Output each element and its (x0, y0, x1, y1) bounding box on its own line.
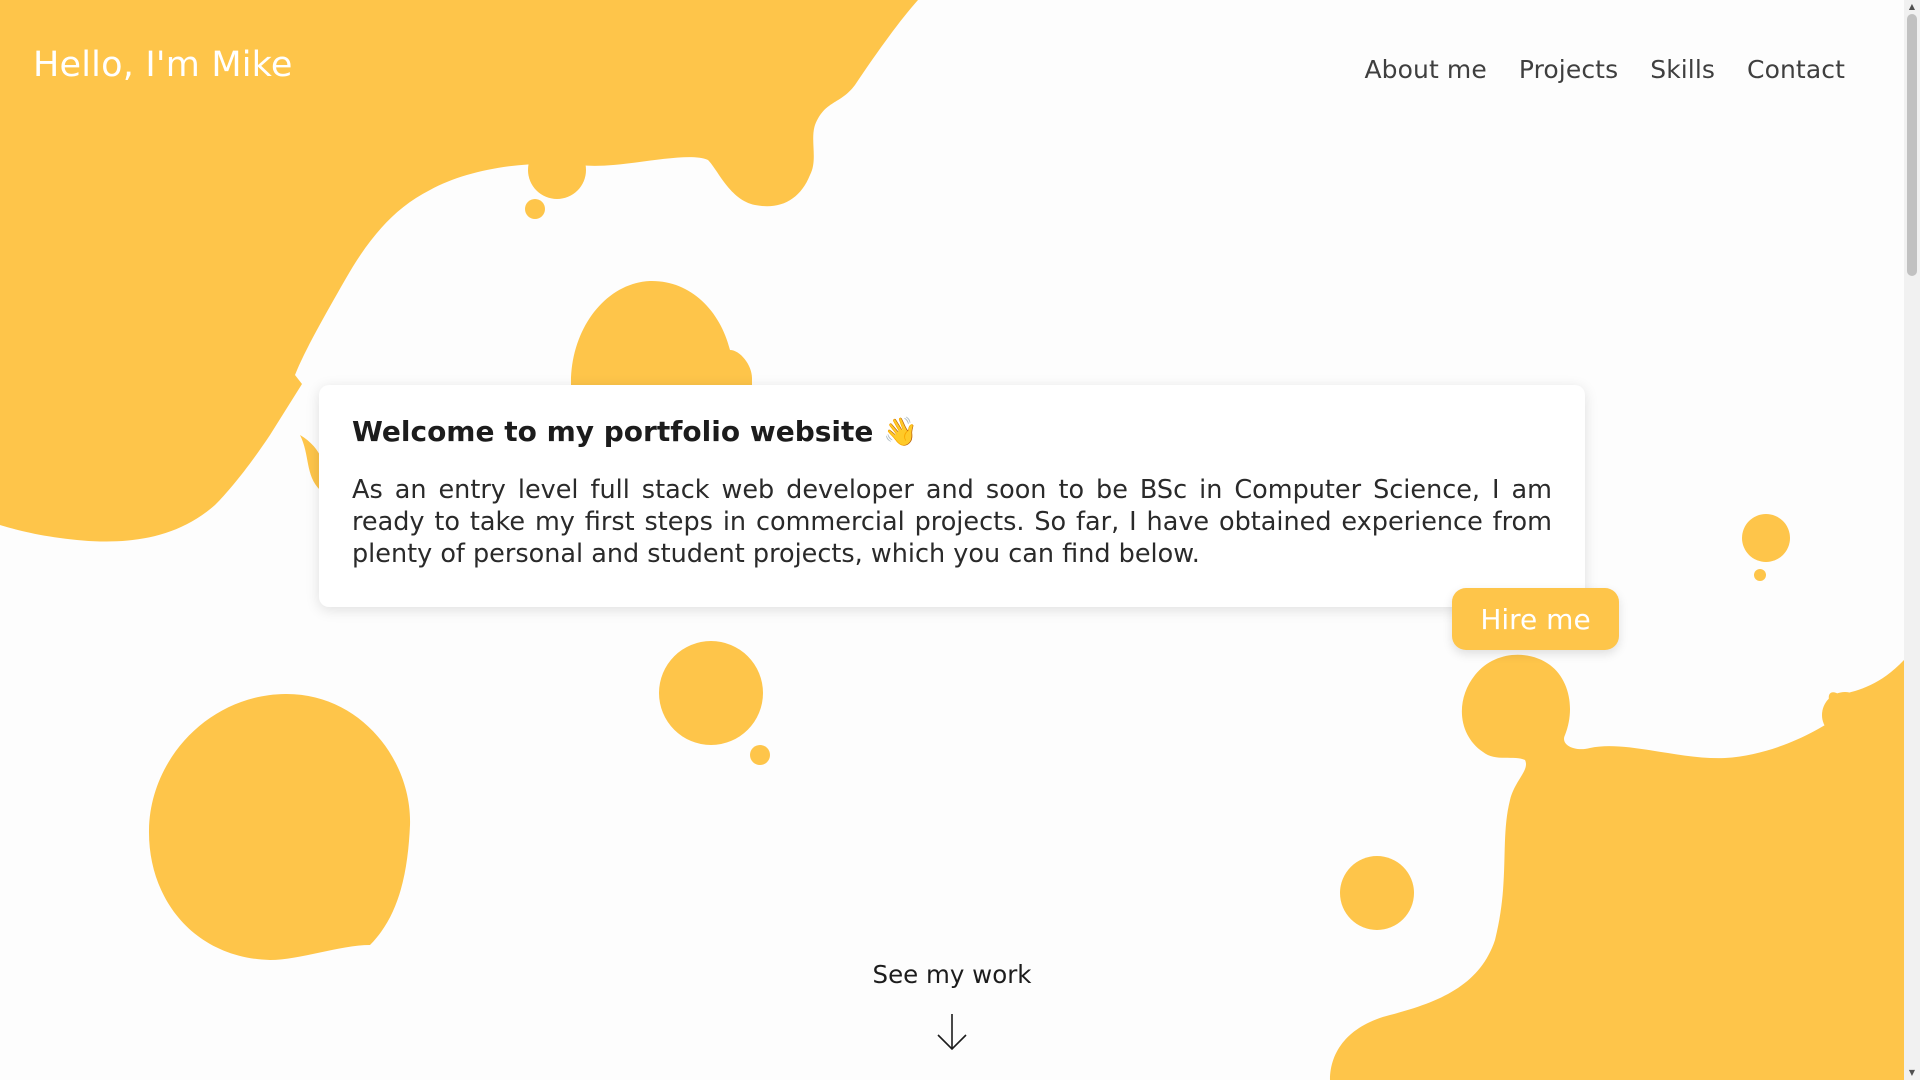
scroll-down-arrow-icon[interactable]: ▼ (1904, 1066, 1920, 1080)
bottom-right-blob (1330, 654, 1904, 1080)
blob-dot (525, 199, 545, 219)
main-nav: About me Projects Skills Contact (1332, 55, 1845, 84)
page-scrollbar[interactable]: ▲ ▼ (1904, 0, 1920, 1080)
bottom-right-small-blob (1340, 856, 1414, 930)
arrow-down-icon[interactable] (935, 1012, 969, 1052)
intro-card: Welcome to my portfolio website 👋 As an … (319, 385, 1585, 607)
scrollbar-thumb[interactable] (1907, 14, 1917, 276)
center-blob (659, 641, 763, 745)
intro-card-body: As an entry level full stack web develop… (352, 475, 1552, 569)
hire-me-button[interactable]: Hire me (1452, 588, 1619, 650)
nav-item-contact[interactable]: Contact (1747, 55, 1845, 84)
center-blob-dot (750, 745, 770, 765)
page: Hello, I'm Mike About me Projects Skills… (0, 0, 1904, 1080)
scroll-up-arrow-icon[interactable]: ▲ (1904, 0, 1920, 14)
see-my-work-link[interactable]: See my work (0, 960, 1904, 989)
site-logo[interactable]: Hello, I'm Mike (33, 45, 293, 85)
mid-blob (570, 280, 752, 385)
nav-item-projects[interactable]: Projects (1519, 55, 1618, 84)
nav-item-about-me[interactable]: About me (1364, 55, 1486, 84)
blob-dot (528, 141, 586, 199)
bottom-right-bump (1822, 692, 1868, 738)
nav-item-skills[interactable]: Skills (1650, 55, 1715, 84)
right-dot-small (1754, 569, 1766, 581)
right-dot (1742, 514, 1790, 562)
large-left-blob (148, 693, 411, 960)
intro-card-title: Welcome to my portfolio website 👋 (352, 415, 918, 448)
